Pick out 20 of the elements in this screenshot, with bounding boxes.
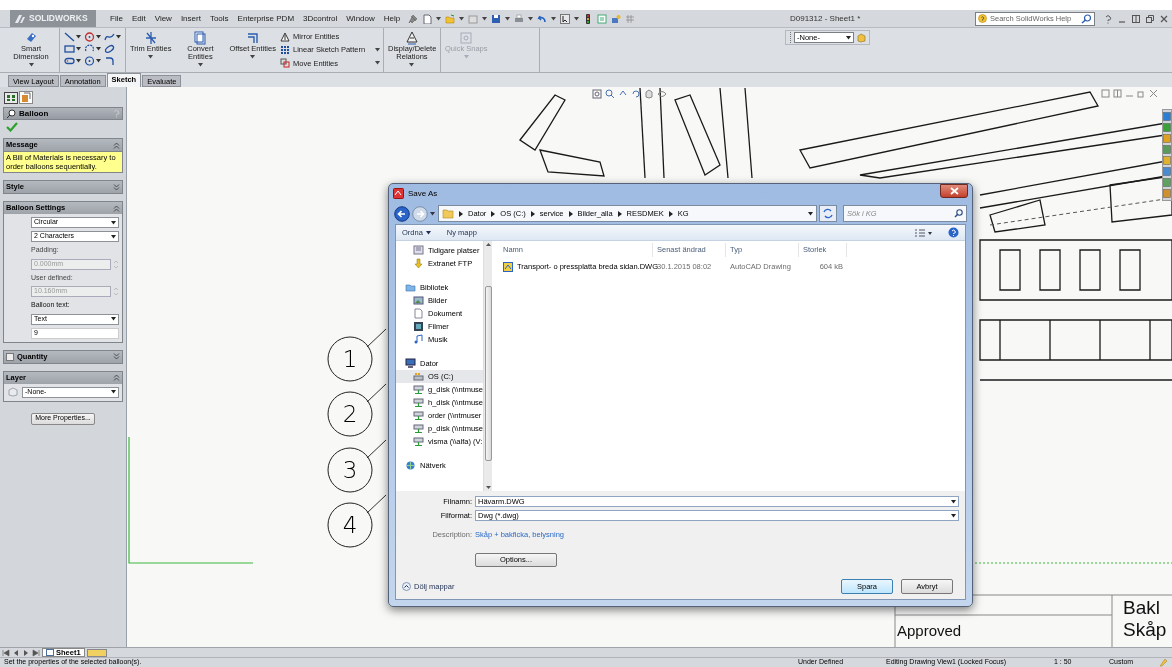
title-block-text: Skåp [1123,619,1167,641]
menu-item[interactable]: Window [346,12,375,25]
menu-item[interactable]: Insert [180,12,201,25]
menu-item[interactable]: Help [383,12,401,25]
balloon[interactable]: 1 [327,336,373,382]
title-block-text: Approved [897,623,962,639]
brand-name: SOLIDWORKS [29,13,88,24]
balloon[interactable]: 3 [327,447,373,493]
menu-item[interactable]: Tools [209,12,229,25]
menu-item[interactable]: File [110,12,123,25]
menu-item[interactable]: View [154,12,172,25]
menu-item[interactable]: Enterprise PDM [237,12,295,25]
panel-title: Balloon [19,107,50,120]
balloon[interactable]: 4 [327,502,373,548]
menu-item[interactable]: Edit [131,12,146,25]
dialog-title: Save As [408,187,439,200]
title-block-text: Bakl [1123,597,1161,619]
menu-item[interactable]: 3Dcontrol [303,12,338,25]
balloon[interactable]: 2 [327,391,373,437]
window-title: D091312 - Sheet1 * [788,12,862,25]
